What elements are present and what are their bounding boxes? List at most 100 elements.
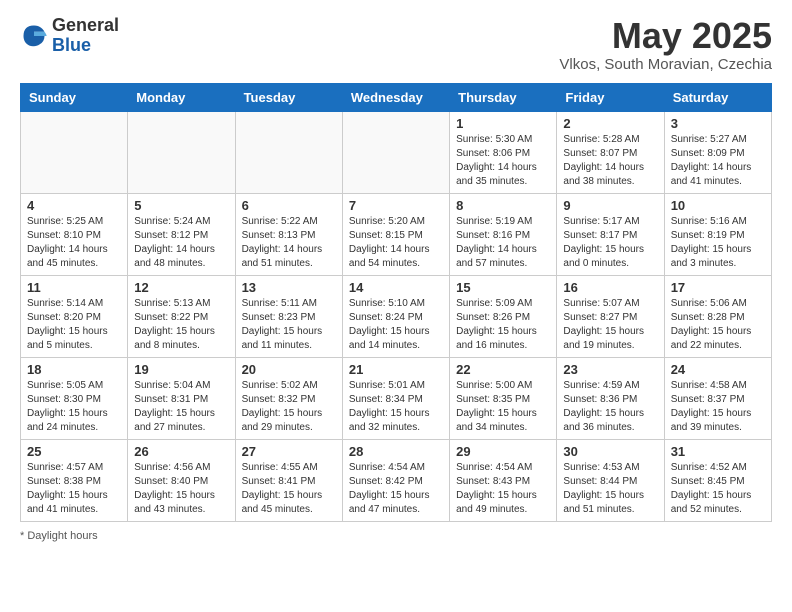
- calendar-cell: 12 Sunrise: 5:13 AM Sunset: 8:22 PM Dayli…: [128, 275, 235, 357]
- day-info: Sunrise: 5:05 AM Sunset: 8:30 PM Dayligh…: [27, 379, 121, 435]
- day-number: 11: [27, 280, 121, 295]
- calendar-cell: 9Sunrise: 5:17 AM Sunset: 8:17 PM Daylig…: [557, 193, 664, 275]
- day-number: 18: [27, 362, 121, 377]
- day-number: 12: [134, 280, 228, 295]
- calendar-cell: 7 Sunrise: 5:20 AM Sunset: 8:15 PM Daylig…: [342, 193, 449, 275]
- calendar-cell: [128, 111, 235, 193]
- logo-text: General Blue: [52, 16, 119, 56]
- calendar-cell: 11Sunrise: 5:14 AM Sunset: 8:20 PM Dayli…: [21, 275, 128, 357]
- day-info: Sunrise: 5:22 AM Sunset: 8:13 PM Dayligh…: [242, 215, 336, 271]
- column-header-thursday: Thursday: [450, 83, 557, 111]
- calendar-week-4: 18 Sunrise: 5:05 AM Sunset: 8:30 PM Dayli…: [21, 357, 772, 439]
- column-header-wednesday: Wednesday: [342, 83, 449, 111]
- day-info: Sunrise: 4:53 AM Sunset: 8:44 PM Dayligh…: [563, 461, 657, 517]
- day-info: Sunrise: 5:25 AM Sunset: 8:10 PM Dayligh…: [27, 215, 121, 271]
- day-number: 7: [349, 198, 443, 213]
- month-title: May 2025: [559, 16, 772, 56]
- calendar-cell: 1Sunrise: 5:30 AM Sunset: 8:06 PM Daylig…: [450, 111, 557, 193]
- day-info: Sunrise: 4:52 AM Sunset: 8:45 PM Dayligh…: [671, 461, 765, 517]
- logo-icon: [20, 22, 48, 50]
- day-number: 6: [242, 198, 336, 213]
- calendar-cell: 18 Sunrise: 5:05 AM Sunset: 8:30 PM Dayli…: [21, 357, 128, 439]
- logo-general: General: [52, 15, 119, 35]
- day-number: 21: [349, 362, 443, 377]
- calendar-cell: [235, 111, 342, 193]
- day-number: 4: [27, 198, 121, 213]
- day-info: Sunrise: 5:01 AM Sunset: 8:34 PM Dayligh…: [349, 379, 443, 435]
- calendar-header-row: SundayMondayTuesdayWednesdayThursdayFrid…: [21, 83, 772, 111]
- calendar-cell: 28 Sunrise: 4:54 AM Sunset: 8:42 PM Dayli…: [342, 439, 449, 521]
- day-number: 2: [563, 116, 657, 131]
- calendar-week-3: 11Sunrise: 5:14 AM Sunset: 8:20 PM Dayli…: [21, 275, 772, 357]
- day-info: Sunrise: 4:57 AM Sunset: 8:38 PM Dayligh…: [27, 461, 121, 517]
- calendar-cell: 16 Sunrise: 5:07 AM Sunset: 8:27 PM Dayli…: [557, 275, 664, 357]
- calendar-cell: 17 Sunrise: 5:06 AM Sunset: 8:28 PM Dayli…: [664, 275, 771, 357]
- daylight-label: Daylight hours: [27, 530, 97, 542]
- day-info: Sunrise: 5:04 AM Sunset: 8:31 PM Dayligh…: [134, 379, 228, 435]
- day-number: 19: [134, 362, 228, 377]
- day-number: 23: [563, 362, 657, 377]
- day-number: 28: [349, 444, 443, 459]
- calendar-cell: 21 Sunrise: 5:01 AM Sunset: 8:34 PM Dayli…: [342, 357, 449, 439]
- calendar-cell: 5 Sunrise: 5:24 AM Sunset: 8:12 PM Daylig…: [128, 193, 235, 275]
- calendar-cell: 30Sunrise: 4:53 AM Sunset: 8:44 PM Dayli…: [557, 439, 664, 521]
- day-number: 3: [671, 116, 765, 131]
- calendar-cell: 19 Sunrise: 5:04 AM Sunset: 8:31 PM Dayli…: [128, 357, 235, 439]
- day-info: Sunrise: 5:20 AM Sunset: 8:15 PM Dayligh…: [349, 215, 443, 271]
- day-number: 9: [563, 198, 657, 213]
- day-info: Sunrise: 4:54 AM Sunset: 8:42 PM Dayligh…: [349, 461, 443, 517]
- calendar-cell: 25 Sunrise: 4:57 AM Sunset: 8:38 PM Dayli…: [21, 439, 128, 521]
- day-info: Sunrise: 4:58 AM Sunset: 8:37 PM Dayligh…: [671, 379, 765, 435]
- calendar-cell: [21, 111, 128, 193]
- calendar-cell: 22Sunrise: 5:00 AM Sunset: 8:35 PM Dayli…: [450, 357, 557, 439]
- calendar-cell: 6 Sunrise: 5:22 AM Sunset: 8:13 PM Daylig…: [235, 193, 342, 275]
- day-number: 8: [456, 198, 550, 213]
- day-info: Sunrise: 5:07 AM Sunset: 8:27 PM Dayligh…: [563, 297, 657, 353]
- day-info: Sunrise: 5:13 AM Sunset: 8:22 PM Dayligh…: [134, 297, 228, 353]
- day-number: 17: [671, 280, 765, 295]
- day-info: Sunrise: 5:30 AM Sunset: 8:06 PM Dayligh…: [456, 133, 550, 189]
- day-info: Sunrise: 4:59 AM Sunset: 8:36 PM Dayligh…: [563, 379, 657, 435]
- day-number: 27: [242, 444, 336, 459]
- calendar-cell: 23 Sunrise: 4:59 AM Sunset: 8:36 PM Dayli…: [557, 357, 664, 439]
- day-number: 22: [456, 362, 550, 377]
- calendar-table: SundayMondayTuesdayWednesdayThursdayFrid…: [20, 83, 772, 522]
- calendar-cell: 24Sunrise: 4:58 AM Sunset: 8:37 PM Dayli…: [664, 357, 771, 439]
- day-number: 5: [134, 198, 228, 213]
- day-number: 20: [242, 362, 336, 377]
- day-number: 29: [456, 444, 550, 459]
- calendar-cell: [342, 111, 449, 193]
- day-number: 16: [563, 280, 657, 295]
- day-number: 13: [242, 280, 336, 295]
- calendar-cell: 31Sunrise: 4:52 AM Sunset: 8:45 PM Dayli…: [664, 439, 771, 521]
- day-info: Sunrise: 5:16 AM Sunset: 8:19 PM Dayligh…: [671, 215, 765, 271]
- column-header-friday: Friday: [557, 83, 664, 111]
- column-header-saturday: Saturday: [664, 83, 771, 111]
- day-info: Sunrise: 5:02 AM Sunset: 8:32 PM Dayligh…: [242, 379, 336, 435]
- footer: * Daylight hours: [20, 530, 772, 542]
- column-header-tuesday: Tuesday: [235, 83, 342, 111]
- calendar-cell: 13Sunrise: 5:11 AM Sunset: 8:23 PM Dayli…: [235, 275, 342, 357]
- page: General Blue May 2025 Vlkos, South Morav…: [0, 0, 792, 562]
- day-number: 14: [349, 280, 443, 295]
- calendar-cell: 4 Sunrise: 5:25 AM Sunset: 8:10 PM Daylig…: [21, 193, 128, 275]
- location-subtitle: Vlkos, South Moravian, Czechia: [559, 56, 772, 73]
- day-info: Sunrise: 5:10 AM Sunset: 8:24 PM Dayligh…: [349, 297, 443, 353]
- calendar-cell: 27Sunrise: 4:55 AM Sunset: 8:41 PM Dayli…: [235, 439, 342, 521]
- day-info: Sunrise: 4:56 AM Sunset: 8:40 PM Dayligh…: [134, 461, 228, 517]
- day-info: Sunrise: 5:06 AM Sunset: 8:28 PM Dayligh…: [671, 297, 765, 353]
- logo: General Blue: [20, 16, 119, 56]
- calendar-cell: 2 Sunrise: 5:28 AM Sunset: 8:07 PM Daylig…: [557, 111, 664, 193]
- calendar-week-1: 1Sunrise: 5:30 AM Sunset: 8:06 PM Daylig…: [21, 111, 772, 193]
- day-number: 15: [456, 280, 550, 295]
- calendar-cell: 8Sunrise: 5:19 AM Sunset: 8:16 PM Daylig…: [450, 193, 557, 275]
- calendar-cell: 14 Sunrise: 5:10 AM Sunset: 8:24 PM Dayli…: [342, 275, 449, 357]
- calendar-cell: 20 Sunrise: 5:02 AM Sunset: 8:32 PM Dayli…: [235, 357, 342, 439]
- header: General Blue May 2025 Vlkos, South Morav…: [20, 16, 772, 73]
- title-section: May 2025 Vlkos, South Moravian, Czechia: [559, 16, 772, 73]
- day-number: 25: [27, 444, 121, 459]
- day-info: Sunrise: 5:28 AM Sunset: 8:07 PM Dayligh…: [563, 133, 657, 189]
- calendar-cell: 29Sunrise: 4:54 AM Sunset: 8:43 PM Dayli…: [450, 439, 557, 521]
- day-info: Sunrise: 5:24 AM Sunset: 8:12 PM Dayligh…: [134, 215, 228, 271]
- calendar-cell: 3Sunrise: 5:27 AM Sunset: 8:09 PM Daylig…: [664, 111, 771, 193]
